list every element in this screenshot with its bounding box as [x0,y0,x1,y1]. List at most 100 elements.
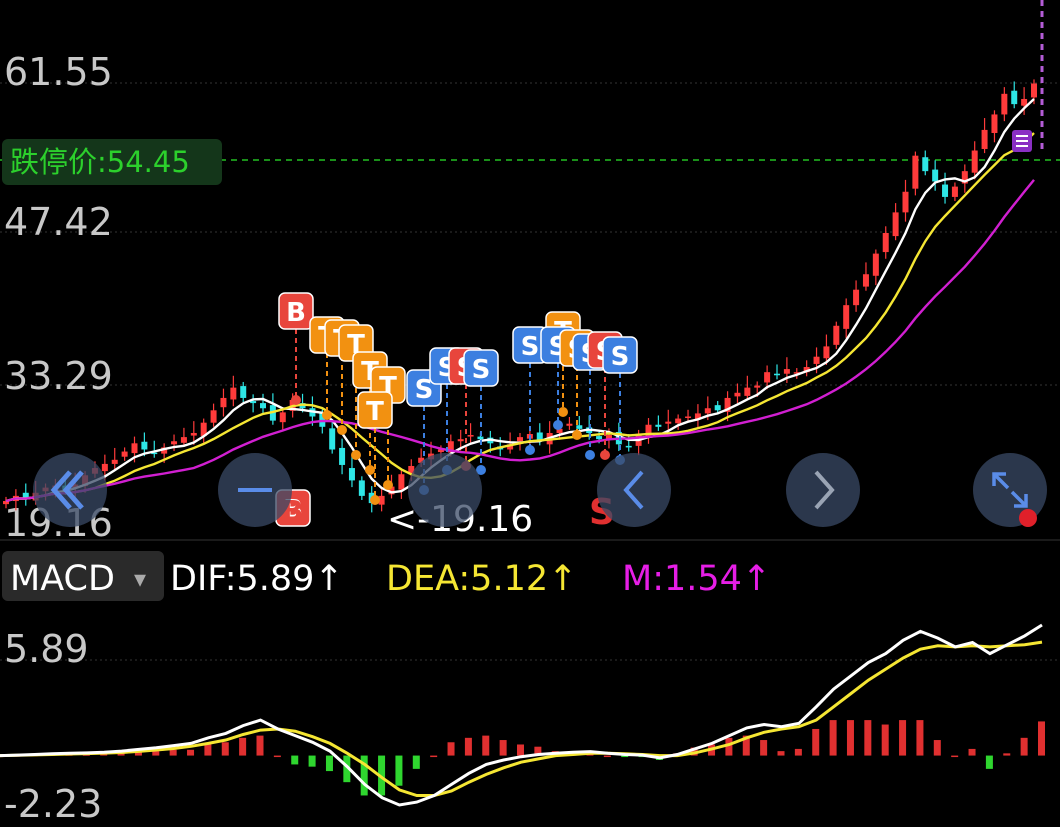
latest-candle-marker [1012,130,1032,152]
candle [991,110,998,143]
candle [694,404,701,429]
limit-down-label: 跌停价:54.45 [10,145,190,179]
price-label-3: 33.29 [4,354,113,398]
svg-text:T: T [366,397,384,427]
macd-histogram-bar [273,755,281,758]
candle [279,408,286,432]
nav-prev-button[interactable] [597,453,671,527]
macd-histogram-bar [412,755,420,769]
macd-histogram-bar [846,720,854,756]
candle [862,262,869,291]
candle [111,447,118,471]
price-label-top: 61.55 [4,50,113,94]
macd-histogram-bar [482,735,490,756]
m-value-label: M:1.54↑ [622,559,771,599]
svg-text:S: S [521,332,540,362]
candle [685,409,692,422]
candle [734,383,741,404]
candle [151,440,158,458]
candle [260,393,266,415]
dea-value-label: DEA:5.12↑ [386,559,577,599]
candlestick-chart-svg: 61.55 47.42 33.29 19.16 跌停价:54.45 BTTTTT… [0,0,1060,826]
chevron-down-icon: ▾ [134,565,146,593]
candle [902,179,909,222]
candle [121,447,128,461]
macd-histogram-bar [899,720,907,756]
candle [645,418,652,444]
candle [833,321,840,349]
macd-histogram-bar [308,755,316,767]
candle [882,226,889,259]
svg-text:S: S [472,355,491,385]
s-badge: S [602,336,638,465]
macd-histogram-bar [291,755,299,765]
macd-histogram-bar [603,755,611,758]
nav-first-button[interactable] [33,453,107,527]
macd-histogram-bar [881,724,889,756]
nav-zoom-out-button[interactable] [218,453,292,527]
candle [398,470,405,499]
candle [467,423,474,443]
candle [358,476,365,501]
macd-histogram-bar [187,749,195,756]
nav-fullscreen-button[interactable] [973,453,1047,527]
macd-histogram-bar [239,737,247,756]
macd-histogram-bar [829,720,837,756]
macd-histogram-bar [325,755,333,772]
notification-dot [1019,509,1037,527]
nav-zoom-in-button[interactable] [408,453,482,527]
candle [1011,81,1018,109]
macd-histogram-bar [395,755,403,786]
candle [951,182,958,202]
macd-histogram-bar [256,735,264,756]
candle [961,164,968,193]
candle [843,298,850,339]
candle [655,415,662,431]
candle [853,280,860,312]
buy-badge: B [278,292,314,405]
macd-histogram-bar [464,737,472,756]
macd-histogram-bar [968,748,976,756]
candle [339,438,346,475]
candle [942,172,949,204]
candle [872,249,879,286]
candle [922,150,929,176]
candle [230,375,237,407]
macd-histogram-bar [430,755,438,758]
svg-text:B: B [286,298,306,328]
candle [566,417,573,430]
candle [200,418,207,443]
candle [892,203,899,241]
macd-histogram-bar [985,755,993,769]
macd-histogram-bar [777,751,785,756]
candle [348,456,355,488]
svg-text:S: S [611,342,630,372]
macd-histogram-bar [152,751,160,756]
macd-histogram-bar [169,749,177,756]
macd-histogram-bar [916,720,924,756]
macd-histogram-bar [760,740,768,756]
indicator-selector-label: MACD [10,559,115,599]
nav-next-button[interactable] [786,453,860,527]
candle [329,421,336,454]
macd-histogram-bar [221,742,229,756]
macd-histogram-bar [1020,737,1028,756]
macd-top-label: 5.89 [4,627,89,671]
macd-histogram-bar [812,728,820,756]
dif-line [0,623,1043,807]
candle [981,118,988,154]
candle [220,388,227,417]
macd-bottom-label: -2.23 [4,782,102,826]
dif-value-label: DIF:5.89↑ [170,559,344,599]
dea-line [0,640,1043,797]
macd-histogram-bar [933,740,941,756]
macd-plot [0,623,1045,807]
candle [774,364,780,380]
macd-histogram-bar [204,744,212,756]
macd-histogram-bar [1003,753,1011,756]
macd-histogram-bar [499,740,507,756]
macd-histogram-bar [864,720,872,756]
macd-histogram-bar [794,748,802,756]
candle [210,403,217,427]
candle [269,393,276,425]
